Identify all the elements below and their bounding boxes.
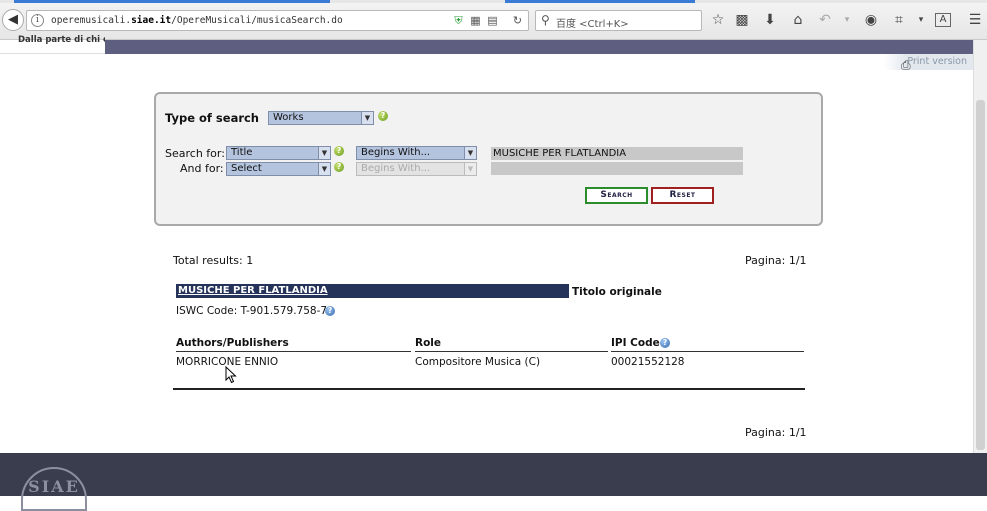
print-version-label: Print version bbox=[907, 56, 967, 67]
and-field-select[interactable]: Select ▼ bbox=[226, 162, 331, 176]
type-of-search-select[interactable]: Works ▼ bbox=[268, 111, 374, 125]
header-band bbox=[105, 40, 973, 54]
back-button[interactable]: ◀ bbox=[2, 9, 24, 31]
logo-text: SIAE bbox=[28, 477, 80, 496]
original-title-label: Titolo originale bbox=[572, 286, 662, 298]
overflow-arrow-icon[interactable]: ▾ bbox=[912, 11, 930, 29]
chevron-down-icon: ▼ bbox=[318, 163, 330, 175]
search-for-label: Search for: bbox=[165, 147, 225, 160]
work-title-link[interactable]: MUSICHE PER FLATLANDIA bbox=[176, 284, 569, 298]
menu-icon[interactable]: ☰ bbox=[966, 11, 984, 29]
help-icon[interactable]: ? bbox=[334, 162, 344, 172]
magnifier-icon: ⚲ bbox=[541, 13, 550, 27]
table-bottom-rule bbox=[173, 388, 805, 390]
siae-logo[interactable]: SIAE bbox=[21, 467, 87, 511]
ipi-cell: 00021552128 bbox=[611, 356, 685, 368]
bookmark-star-icon[interactable]: ☆ bbox=[709, 11, 727, 29]
address-bar[interactable]: i operemusicali.siae.it/OpereMusicali/mu… bbox=[26, 10, 529, 31]
translate-icon[interactable]: A bbox=[935, 13, 951, 27]
role-cell: Compositore Musica (C) bbox=[415, 356, 541, 368]
search-placeholder: 百度 <Ctrl+K> bbox=[556, 19, 629, 30]
search-field-value: Title bbox=[231, 147, 253, 158]
column-header-ipi: IPI Code bbox=[611, 337, 804, 352]
site-info-icon[interactable]: i bbox=[31, 14, 44, 27]
help-icon[interactable]: ? bbox=[325, 306, 335, 316]
and-mode-select: Begins With... ▼ bbox=[356, 162, 477, 176]
url-text: operemusicali.siae.it/OpereMusicali/musi… bbox=[51, 15, 343, 26]
pagination-bottom: Pagina: 1/1 bbox=[745, 426, 807, 439]
and-for-label: And for: bbox=[180, 162, 224, 175]
shield-icon[interactable]: ⛨ bbox=[452, 14, 465, 27]
dropdown-arrow-icon[interactable]: ▾ bbox=[838, 11, 856, 29]
column-header-role: Role bbox=[415, 337, 608, 352]
chevron-down-icon: ▼ bbox=[464, 163, 476, 175]
site-footer: SIAE bbox=[0, 453, 987, 511]
header-tagline: Dalla parte di chi crea bbox=[18, 35, 105, 45]
page-scrollbar[interactable] bbox=[973, 40, 987, 453]
mouse-cursor-icon bbox=[225, 366, 237, 384]
chat-bubble-icon[interactable]: ◉ bbox=[862, 11, 880, 29]
search-panel: Type of search Works ▼ ? Search for: And … bbox=[154, 92, 823, 226]
search-mode-select[interactable]: Begins With... ▼ bbox=[356, 146, 477, 160]
browser-toolbar: ◀ i operemusicali.siae.it/OpereMusicali/… bbox=[0, 0, 987, 40]
search-text-input[interactable]: MUSICHE PER FLATLANDIA bbox=[491, 147, 743, 160]
chevron-down-icon: ▼ bbox=[318, 147, 330, 159]
pagination-top: Pagina: 1/1 bbox=[745, 254, 807, 267]
search-mode-value: Begins With... bbox=[361, 147, 431, 158]
and-field-value: Select bbox=[231, 163, 262, 174]
reload-icon[interactable]: ↻ bbox=[511, 14, 524, 27]
and-text-input[interactable] bbox=[491, 162, 743, 175]
iswc-code: ISWC Code: T-901.579.758-7 bbox=[176, 305, 328, 317]
scrollbar-thumb[interactable] bbox=[976, 100, 985, 450]
help-icon[interactable]: ? bbox=[660, 338, 670, 348]
type-of-search-value: Works bbox=[273, 112, 304, 123]
type-of-search-label: Type of search bbox=[165, 111, 259, 125]
and-mode-value: Begins With... bbox=[361, 163, 431, 174]
undo-icon[interactable]: ↶ bbox=[816, 11, 834, 29]
search-button[interactable]: Search bbox=[585, 187, 648, 204]
search-bar[interactable]: ⚲ 百度 <Ctrl+K> bbox=[535, 10, 702, 31]
header-logo-area: Dalla parte di chi crea bbox=[0, 35, 105, 54]
tab-strip-edge bbox=[0, 0, 987, 3]
chevron-down-icon: ▼ bbox=[464, 147, 476, 159]
crop-icon[interactable]: ⌗ bbox=[890, 11, 908, 29]
help-icon[interactable]: ? bbox=[378, 111, 388, 121]
home-icon[interactable]: ⌂ bbox=[789, 11, 807, 29]
search-field-select[interactable]: Title ▼ bbox=[226, 146, 331, 160]
reset-button[interactable]: Reset bbox=[651, 187, 714, 204]
chevron-down-icon: ▼ bbox=[361, 112, 373, 124]
print-version-link[interactable]: ⎙ Print version bbox=[884, 54, 973, 71]
site-header: Dalla parte di chi crea bbox=[0, 35, 973, 54]
qr-code-icon[interactable]: ▦ bbox=[469, 14, 482, 27]
reader-view-icon[interactable]: ▤ bbox=[486, 14, 499, 27]
help-icon[interactable]: ? bbox=[334, 146, 344, 156]
column-header-authors: Authors/Publishers bbox=[176, 337, 411, 352]
total-results: Total results: 1 bbox=[173, 254, 254, 267]
download-icon[interactable]: ⬇ bbox=[761, 11, 779, 29]
bookmarks-list-icon[interactable]: ▩ bbox=[733, 11, 751, 29]
